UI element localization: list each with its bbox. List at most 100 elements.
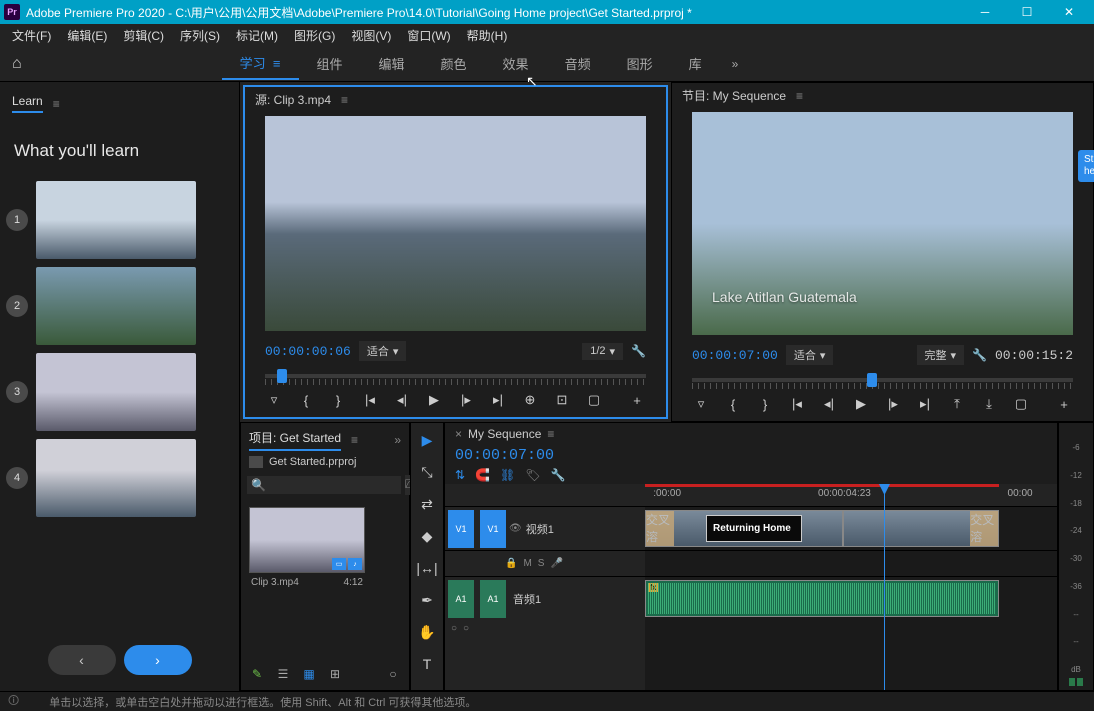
- overwrite-icon[interactable]: ⊡: [553, 391, 571, 409]
- solo-toggle[interactable]: S: [538, 558, 545, 569]
- source-patch-a1[interactable]: A1: [448, 580, 474, 618]
- ripple-edit-tool-icon[interactable]: ⇄: [416, 493, 438, 515]
- icon-view-icon[interactable]: ▦: [301, 666, 317, 682]
- track-header-v1[interactable]: V1 V1 👁 视频1: [445, 506, 645, 550]
- video-clip[interactable]: 交叉溶 Returning Home: [645, 510, 843, 547]
- timeline-ruler[interactable]: :00:00 00:00:04:23 00:00: [645, 484, 1057, 506]
- panel-menu-icon[interactable]: ≡: [53, 97, 60, 111]
- razor-tool-icon[interactable]: ◆: [416, 525, 438, 547]
- panel-menu-icon[interactable]: ≡: [341, 93, 348, 107]
- program-fit-dropdown[interactable]: 适合 ▾: [786, 345, 834, 365]
- source-scrubber[interactable]: [265, 367, 646, 385]
- transition-handle[interactable]: 交叉溶: [970, 511, 998, 546]
- slip-tool-icon[interactable]: |↔|: [416, 557, 438, 579]
- menu-help[interactable]: 帮助(H): [459, 25, 516, 46]
- menu-clip[interactable]: 剪辑(C): [115, 25, 172, 46]
- lift-icon[interactable]: ⤒: [948, 395, 966, 413]
- track-visibility-icon[interactable]: 👁: [509, 523, 522, 534]
- nest-toggle-icon[interactable]: ⇅: [455, 468, 465, 482]
- source-viewport[interactable]: [265, 116, 646, 331]
- track-header-a1-togs[interactable]: 🔒 M S 🎤: [445, 550, 645, 576]
- target-patch-v1[interactable]: V1: [480, 510, 506, 548]
- video-clip[interactable]: 交叉溶: [843, 510, 1000, 547]
- menu-window[interactable]: 窗口(W): [399, 25, 458, 46]
- source-patch-v1[interactable]: V1: [448, 510, 474, 548]
- freeform-view-icon[interactable]: ⊞: [327, 666, 343, 682]
- go-to-in-icon[interactable]: |◂: [788, 395, 806, 413]
- audio-clip[interactable]: fx: [645, 580, 999, 617]
- go-to-in-icon[interactable]: |◂: [361, 391, 379, 409]
- export-frame-icon[interactable]: ▢: [585, 391, 603, 409]
- panel-menu-icon[interactable]: ≡: [547, 427, 554, 441]
- type-tool-icon[interactable]: T: [416, 653, 438, 675]
- panel-overflow-icon[interactable]: »: [394, 433, 401, 447]
- timeline-tracks-area[interactable]: :00:00 00:00:04:23 00:00 交叉溶 Returning H…: [645, 484, 1057, 690]
- hand-tool-icon[interactable]: ✋: [416, 621, 438, 643]
- learn-item-3[interactable]: 3: [6, 353, 233, 431]
- track-header-a1[interactable]: A1 A1 音频1: [445, 576, 645, 620]
- timeline-tab[interactable]: My Sequence: [468, 427, 541, 441]
- settings-icon[interactable]: 🔧: [972, 348, 987, 362]
- menu-sequence[interactable]: 序列(S): [172, 25, 228, 46]
- source-zoom-dropdown[interactable]: 1/2 ▾: [582, 343, 623, 360]
- program-timecode-in[interactable]: 00:00:07:00: [692, 348, 778, 363]
- menu-graphics[interactable]: 图形(G): [286, 25, 343, 46]
- panel-menu-icon[interactable]: ≡: [351, 433, 358, 447]
- program-viewport[interactable]: Lake Atitlan Guatemala: [692, 112, 1073, 335]
- panel-menu-icon[interactable]: ≡: [796, 89, 803, 103]
- menu-markers[interactable]: 标记(M): [228, 25, 286, 46]
- play-icon[interactable]: ▶: [425, 391, 443, 409]
- menu-view[interactable]: 视图(V): [343, 25, 399, 46]
- target-patch-a1[interactable]: A1: [480, 580, 506, 618]
- workspace-overflow-icon[interactable]: »: [720, 51, 751, 77]
- maximize-button[interactable]: ☐: [1006, 0, 1048, 24]
- workspace-audio[interactable]: 音频: [547, 48, 609, 79]
- extract-icon[interactable]: ⤓: [980, 395, 998, 413]
- write-indicator-icon[interactable]: ✎: [249, 666, 265, 682]
- step-back-icon[interactable]: ◂|: [820, 395, 838, 413]
- workspace-assembly[interactable]: 组件: [299, 48, 361, 79]
- title-clip[interactable]: Returning Home: [706, 515, 802, 542]
- go-to-out-icon[interactable]: ▸|: [489, 391, 507, 409]
- play-icon[interactable]: ▶: [852, 395, 870, 413]
- step-forward-icon[interactable]: |▸: [884, 395, 902, 413]
- mark-in-icon[interactable]: {: [297, 391, 315, 409]
- settings-icon[interactable]: 🔧: [631, 344, 646, 358]
- workspace-libraries[interactable]: 库: [671, 48, 720, 79]
- workspace-color[interactable]: 颜色: [423, 48, 485, 79]
- mark-in-icon[interactable]: {: [724, 395, 742, 413]
- home-icon[interactable]: ⌂: [12, 55, 22, 73]
- linked-selection-icon[interactable]: ⛓: [500, 468, 515, 482]
- track-lock-icon[interactable]: 🔒: [505, 558, 517, 569]
- menu-file[interactable]: 文件(F): [4, 25, 59, 46]
- zoom-slider[interactable]: ○: [385, 666, 401, 682]
- learn-prev-button[interactable]: ‹: [48, 645, 116, 675]
- learn-item-1[interactable]: 1: [6, 181, 233, 259]
- program-timecode-out[interactable]: 00:00:15:2: [995, 348, 1073, 363]
- program-quality-dropdown[interactable]: 完整 ▾: [917, 345, 965, 365]
- selection-tool-icon[interactable]: ▶: [416, 429, 438, 451]
- learn-tip-bubble[interactable]: St he: [1078, 150, 1094, 182]
- export-frame-icon[interactable]: ▢: [1012, 395, 1030, 413]
- learn-next-button[interactable]: ›: [124, 645, 192, 675]
- project-tab[interactable]: 项目: Get Started: [249, 429, 341, 451]
- workspace-editing[interactable]: 编辑: [361, 48, 423, 79]
- learn-item-2[interactable]: 2: [6, 267, 233, 345]
- step-forward-icon[interactable]: |▸: [457, 391, 475, 409]
- pen-tool-icon[interactable]: ✒: [416, 589, 438, 611]
- mute-toggle[interactable]: M: [523, 558, 531, 569]
- source-fit-dropdown[interactable]: 适合 ▾: [359, 341, 407, 361]
- record-toggle-icon[interactable]: 🎤: [550, 558, 562, 569]
- settings-icon[interactable]: 🔧: [550, 468, 565, 482]
- workspace-graphics[interactable]: 图形: [609, 48, 671, 79]
- source-tab[interactable]: 源: Clip 3.mp4: [255, 91, 331, 108]
- minimize-button[interactable]: ─: [964, 0, 1006, 24]
- add-marker-icon[interactable]: ▿: [692, 395, 710, 413]
- close-button[interactable]: ✕: [1048, 0, 1090, 24]
- source-timecode-in[interactable]: 00:00:00:06: [265, 344, 351, 359]
- insert-icon[interactable]: ⊕: [521, 391, 539, 409]
- program-scrubber[interactable]: [692, 371, 1073, 389]
- workspace-effects[interactable]: 效果: [485, 48, 547, 79]
- project-clip-thumbnail[interactable]: ▭ ♪: [249, 507, 365, 573]
- program-tab[interactable]: 节目: My Sequence: [682, 87, 786, 104]
